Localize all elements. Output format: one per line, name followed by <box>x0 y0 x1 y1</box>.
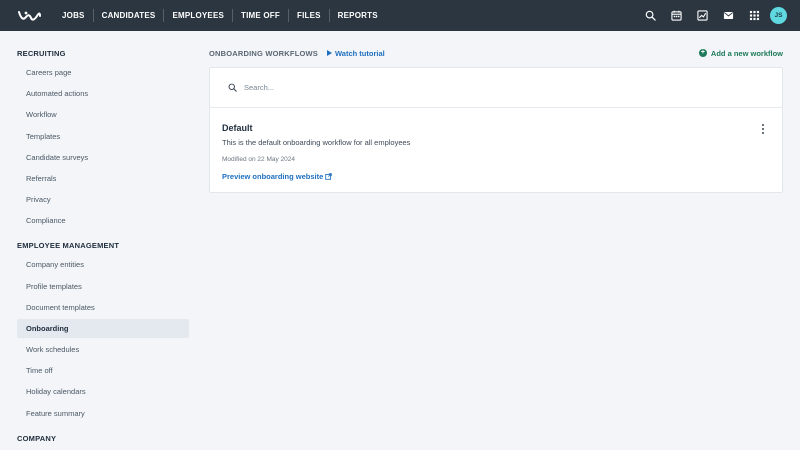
workflow-item: Default This is the default onboarding w… <box>210 108 782 184</box>
chart-icon[interactable] <box>696 9 709 22</box>
sidebar-item-candidate-surveys[interactable]: Candidate surveys <box>17 148 189 167</box>
sidebar-item-workflow[interactable]: Workflow <box>17 105 189 124</box>
avatar[interactable]: JS <box>770 7 787 24</box>
calendar-icon[interactable] <box>670 9 683 22</box>
nav-time-off[interactable]: TIME OFF <box>233 0 288 31</box>
preview-onboarding-label: Preview onboarding website <box>222 172 324 181</box>
more-options-icon[interactable] <box>760 123 766 135</box>
settings-sidebar: RECRUITING Careers page Automated action… <box>17 31 189 446</box>
add-workflow-label: Add a new workflow <box>710 48 783 58</box>
sidebar-item-onboarding[interactable]: Onboarding <box>17 318 189 338</box>
watch-tutorial-label: Watch tutorial <box>335 48 385 58</box>
plus-circle-icon: + <box>698 49 707 57</box>
nav-employees[interactable]: EMPLOYEES <box>164 0 232 31</box>
play-icon <box>327 50 332 56</box>
sidebar-heading-company: COMPANY <box>17 434 57 444</box>
sidebar-heading-employee-management: EMPLOYEE MANAGEMENT <box>17 240 120 250</box>
sidebar-item-templates[interactable]: Templates <box>17 127 189 146</box>
workflow-modified-date: Modified on 22 May 2024 <box>222 156 295 163</box>
nav-jobs[interactable]: JOBS <box>54 0 93 31</box>
sidebar-item-automated-actions[interactable]: Automated actions <box>17 84 189 103</box>
sidebar-item-company-entities[interactable]: Company entities <box>17 255 189 274</box>
top-icon-group: JS <box>631 0 800 31</box>
top-navigation-bar: JOBS CANDIDATES EMPLOYEES TIME OFF FILES… <box>0 0 800 31</box>
sidebar-item-profile-templates[interactable]: Profile templates <box>17 277 189 296</box>
workflow-description: This is the default onboarding workflow … <box>222 138 411 147</box>
mail-icon[interactable] <box>722 9 735 22</box>
sidebar-item-time-off[interactable]: Time off <box>17 361 189 380</box>
page-title: ONBOARDING WORKFLOWS <box>209 48 318 58</box>
nav-files[interactable]: FILES <box>289 0 329 31</box>
search-bar <box>210 68 782 108</box>
search-icon <box>228 83 237 92</box>
sidebar-item-work-schedules[interactable]: Work schedules <box>17 340 189 359</box>
workflows-card: Default This is the default onboarding w… <box>209 67 783 193</box>
sidebar-item-referrals[interactable]: Referrals <box>17 169 189 188</box>
apps-grid-icon[interactable] <box>748 9 761 22</box>
sidebar-item-holiday-calendars[interactable]: Holiday calendars <box>17 382 189 401</box>
logo-icon[interactable] <box>17 8 43 24</box>
add-workflow-button[interactable]: + Add a new workflow <box>698 45 783 61</box>
preview-onboarding-link[interactable]: Preview onboarding website <box>222 172 333 181</box>
main-nav: JOBS CANDIDATES EMPLOYEES TIME OFF FILES… <box>54 0 386 31</box>
workflow-name[interactable]: Default <box>222 123 770 133</box>
sidebar-item-feature-summary[interactable]: Feature summary <box>17 404 189 423</box>
sidebar-heading-recruiting: RECRUITING <box>17 48 66 58</box>
sidebar-item-document-templates[interactable]: Document templates <box>17 298 189 317</box>
watch-tutorial-link[interactable]: Watch tutorial <box>327 49 385 58</box>
external-link-icon <box>325 173 333 180</box>
nav-reports[interactable]: REPORTS <box>330 0 386 31</box>
page-header: ONBOARDING WORKFLOWS Watch tutorial + Ad… <box>209 45 783 61</box>
search-input[interactable] <box>244 83 744 92</box>
sidebar-item-privacy[interactable]: Privacy <box>17 190 189 209</box>
sidebar-item-careers-page[interactable]: Careers page <box>17 63 189 82</box>
nav-candidates[interactable]: CANDIDATES <box>94 0 164 31</box>
sidebar-item-compliance[interactable]: Compliance <box>17 211 189 230</box>
search-icon[interactable] <box>644 9 657 22</box>
